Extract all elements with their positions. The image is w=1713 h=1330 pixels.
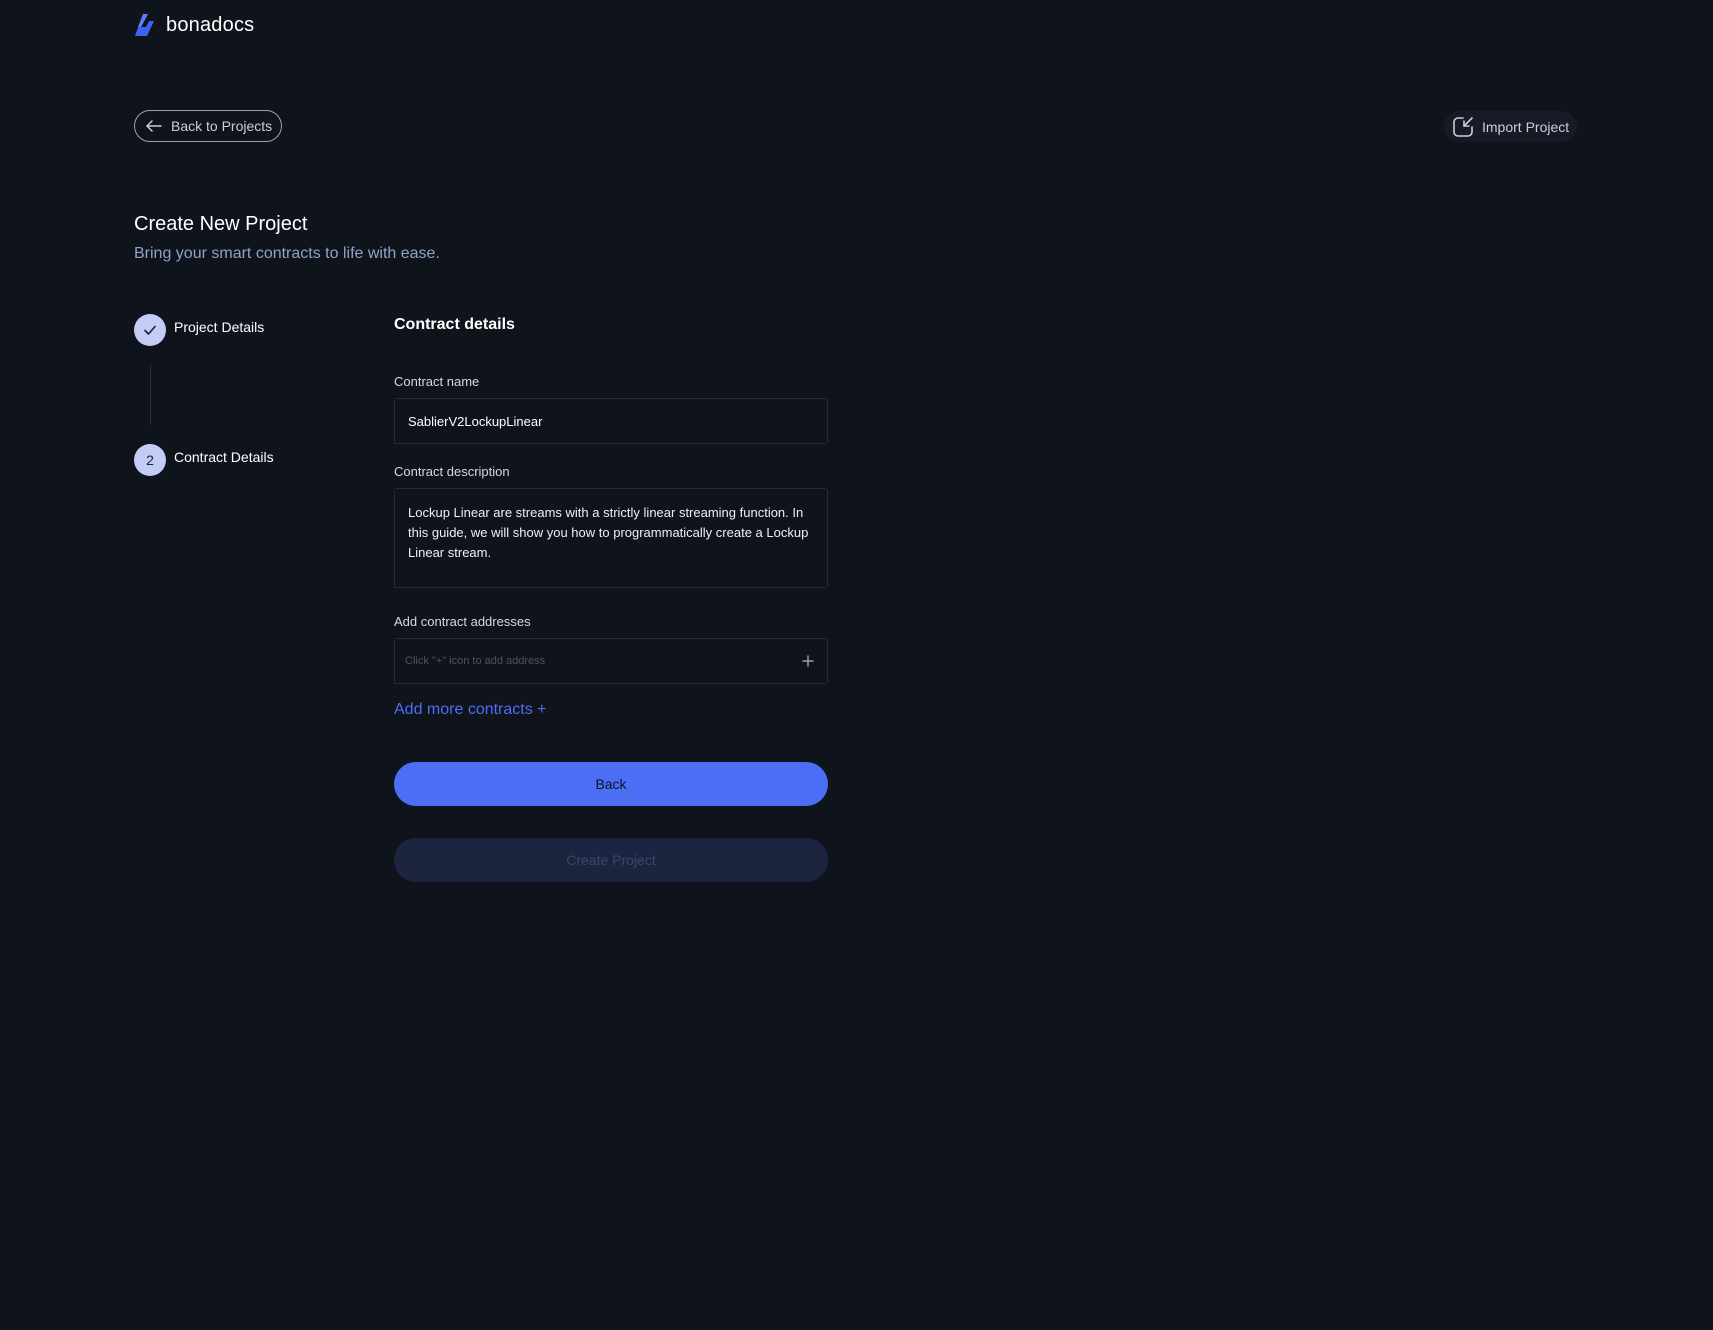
logo[interactable]: bonadocs xyxy=(134,13,254,37)
logo-text: bonadocs xyxy=(166,13,255,36)
stepper-connector xyxy=(150,365,151,425)
back-to-projects-label: Back to Projects xyxy=(171,118,273,134)
import-project-label: Import Project xyxy=(1482,118,1570,135)
import-project-button[interactable]: Import Project xyxy=(1444,111,1578,142)
step-complete-circle xyxy=(134,314,166,346)
import-icon xyxy=(1453,116,1473,137)
contract-details-form: Contract details Contract name SablierV2… xyxy=(394,316,828,882)
plus-icon[interactable] xyxy=(801,654,815,668)
contract-description-textarea[interactable]: Lockup Linear are streams with a strictl… xyxy=(394,488,828,588)
step-number-circle: 2 xyxy=(134,444,166,476)
back-button[interactable]: Back xyxy=(394,762,828,806)
step-contract-details[interactable]: 2 Contract Details xyxy=(134,444,274,476)
section-title: Contract details xyxy=(394,316,515,333)
contract-address-input[interactable]: Click "+" icon to add address xyxy=(394,638,828,684)
contract-addresses-label: Add contract addresses xyxy=(394,614,531,629)
contract-description-label: Contract description xyxy=(394,464,510,479)
step-project-details[interactable]: Project Details xyxy=(134,314,264,346)
bonadocs-logo-icon xyxy=(135,14,154,36)
create-project-page: bonadocs Back to Projects Import Project… xyxy=(0,0,1713,1330)
page-title: Create New Project xyxy=(134,213,308,235)
contract-name-label: Contract name xyxy=(394,374,480,389)
contract-name-input[interactable]: SablierV2LockupLinear xyxy=(394,398,828,444)
create-project-button[interactable]: Create Project xyxy=(394,838,828,882)
page-subtitle: Bring your smart contracts to life with … xyxy=(134,245,440,262)
back-to-projects-button[interactable]: Back to Projects xyxy=(134,110,283,142)
check-icon xyxy=(144,325,156,335)
step-label: Contract Details xyxy=(174,449,274,465)
arrow-left-icon xyxy=(146,120,162,132)
step-label: Project Details xyxy=(174,319,265,335)
address-placeholder: Click "+" icon to add address xyxy=(405,655,546,667)
add-more-contracts-link[interactable]: Add more contracts + xyxy=(394,701,547,719)
